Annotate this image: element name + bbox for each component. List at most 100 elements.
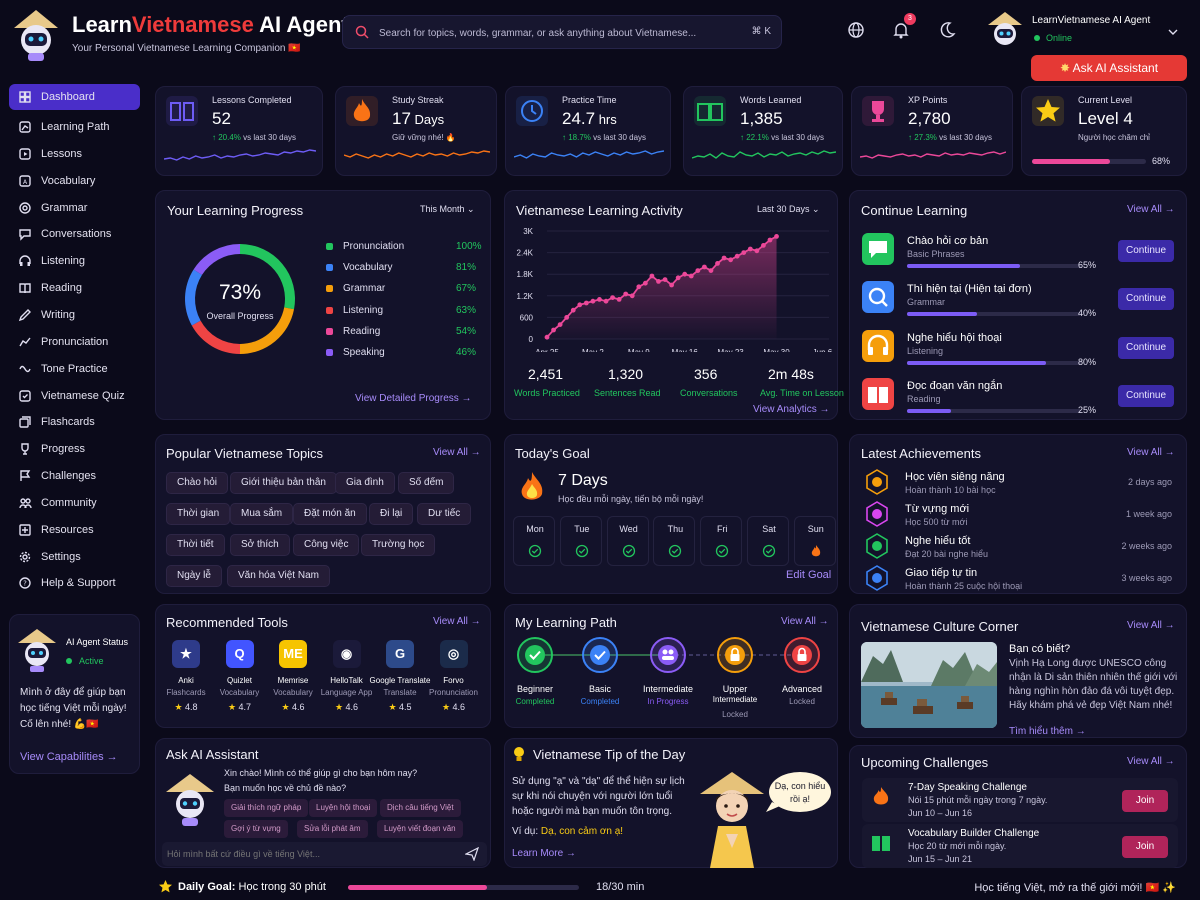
- topic-chip[interactable]: Số đếm: [398, 472, 455, 494]
- path-view-all-link[interactable]: View All →: [781, 616, 829, 627]
- sidebar-item-help-support[interactable]: ? Help & Support: [9, 570, 140, 596]
- sidebar-item-vocabulary[interactable]: A Vocabulary: [9, 168, 140, 194]
- achievements-title: Latest Achievements: [861, 446, 981, 461]
- check-circle-icon: [668, 544, 682, 558]
- activity-point: [708, 268, 714, 273]
- culture-learn-more-link[interactable]: Tìm hiểu thêm →: [1009, 726, 1086, 737]
- activity-point: [741, 250, 747, 255]
- continue-view-all-link[interactable]: View All →: [1127, 204, 1175, 215]
- sidebar-item-challenges[interactable]: Challenges: [9, 463, 140, 489]
- sidebar-item-listening[interactable]: Listening: [9, 248, 140, 274]
- tool-memrise[interactable]: ME Memrise Vocabulary ★ 4.6: [267, 640, 319, 720]
- topic-chip[interactable]: Thời gian: [166, 503, 231, 525]
- activity-point: [715, 261, 720, 266]
- tool-quizlet[interactable]: Q Quizlet Vocabulary ★ 4.7: [214, 640, 266, 720]
- search-input[interactable]: [379, 22, 739, 44]
- star-icon: ★: [441, 702, 453, 712]
- tool-hellotalk[interactable]: ◉ HelloTalk Language App ★ 4.6: [321, 640, 373, 720]
- sidebar-item-reading[interactable]: Reading: [9, 275, 140, 301]
- sidebar-item-learning-path[interactable]: Learning Path: [9, 114, 140, 140]
- sidebar-item-lessons[interactable]: Lessons: [9, 141, 140, 167]
- join-button[interactable]: Join: [1122, 790, 1168, 812]
- avatar[interactable]: [984, 8, 1026, 50]
- sidebar-item-dashboard[interactable]: Dashboard: [9, 84, 140, 110]
- sidebar-item-flashcards[interactable]: Flashcards: [9, 409, 140, 435]
- tools-view-all-link[interactable]: View All →: [433, 616, 481, 627]
- path-step-beginner[interactable]: Beginner Completed: [500, 637, 570, 721]
- path-step-basic[interactable]: Basic Completed: [565, 637, 635, 721]
- path-step-upper[interactable]: Upper Intermediate Locked: [700, 637, 770, 721]
- sidebar-item-progress[interactable]: Progress: [9, 436, 140, 462]
- sidebar-item-pronunciation[interactable]: Pronunciation: [9, 329, 140, 355]
- sidebar-item-conversations[interactable]: Conversations: [9, 221, 140, 247]
- sidebar-item-resources[interactable]: Resources: [9, 517, 140, 543]
- ask-suggestion-chip[interactable]: Giải thích ngữ pháp: [224, 799, 309, 817]
- topic-chip[interactable]: Giới thiệu bản thân: [230, 472, 337, 494]
- join-button[interactable]: Join: [1122, 836, 1168, 858]
- stat-label: Practice Time: [562, 95, 617, 105]
- view-detailed-progress-link[interactable]: View Detailed Progress →: [355, 393, 472, 404]
- ask-suggestion-chip[interactable]: Sửa lỗi phát âm: [297, 820, 368, 838]
- view-analytics-link[interactable]: View Analytics →: [753, 404, 830, 415]
- activity-point: [544, 334, 550, 340]
- achievement-item: Giao tiếp tự tin Hoàn thành 25 cuộc hội t…: [862, 565, 1178, 593]
- continue-button[interactable]: Continue: [1118, 336, 1174, 359]
- fire-icon: [870, 786, 892, 808]
- topic-chip[interactable]: Ngày lễ: [166, 565, 222, 587]
- badge-icon: [864, 533, 890, 559]
- stat-change: ↑ 20.4% vs last 30 days: [212, 133, 297, 142]
- path-step-advanced[interactable]: Advanced Locked: [767, 637, 837, 721]
- activity-period-select[interactable]: Last 30 Days ⌄: [757, 204, 820, 215]
- topic-chip[interactable]: Sở thích: [230, 534, 290, 556]
- ask-ai-button[interactable]: ✸ Ask AI Assistant: [1031, 55, 1187, 81]
- tools-title: Recommended Tools: [166, 615, 288, 630]
- continue-button[interactable]: Continue: [1118, 288, 1174, 311]
- topic-chip[interactable]: Mua sắm: [230, 503, 294, 525]
- ask-suggestion-chip[interactable]: Gợi ý từ vựng: [224, 820, 288, 838]
- tip-learn-more-link[interactable]: Learn More →: [512, 848, 576, 859]
- topic-chip[interactable]: Đặt món ăn: [293, 503, 367, 525]
- sidebar-item-settings[interactable]: Settings: [9, 544, 140, 570]
- topic-chip[interactable]: Chào hỏi: [166, 472, 229, 494]
- topic-chip[interactable]: Công việc: [293, 534, 360, 556]
- topic-chip[interactable]: Dư tiếc: [417, 503, 472, 525]
- tool-google-translate[interactable]: G Google Translate Translate ★ 4.5: [370, 640, 430, 720]
- sidebar-item-grammar[interactable]: Grammar: [9, 195, 140, 221]
- topic-chip[interactable]: Đi lại: [369, 503, 414, 525]
- path-step-intermediate[interactable]: Intermediate In Progress: [633, 637, 703, 721]
- topics-view-all-link[interactable]: View All →: [433, 447, 481, 458]
- star-icon: [159, 880, 172, 893]
- tool-forvo[interactable]: ◎ Forvo Pronunciation ★ 4.6: [428, 640, 480, 720]
- topic-chip[interactable]: Văn hóa Việt Nam: [227, 565, 330, 587]
- period-select[interactable]: This Month ⌄: [420, 204, 475, 215]
- moon-icon[interactable]: [937, 20, 957, 40]
- ask-input-box[interactable]: [162, 842, 487, 866]
- tool-anki[interactable]: ★ Anki Flashcards ★ 4.8: [160, 640, 212, 720]
- sidebar-item-community[interactable]: Community: [9, 490, 140, 516]
- anki-logo-icon: ★: [172, 640, 200, 668]
- globe-icon[interactable]: [846, 20, 866, 40]
- search-bar[interactable]: ⌘ K: [342, 15, 782, 49]
- send-icon[interactable]: [465, 847, 479, 861]
- ask-suggestion-chip[interactable]: Luyện viết đoạn văn: [377, 820, 463, 838]
- sidebar-item-tone-practice[interactable]: Tone Practice: [9, 356, 140, 382]
- edit-goal-link[interactable]: Edit Goal: [786, 569, 831, 581]
- topic-chip[interactable]: Trường học: [361, 534, 436, 556]
- continue-button[interactable]: Continue: [1118, 240, 1174, 262]
- waveform-icon: [18, 335, 32, 349]
- sparkline: [344, 150, 490, 159]
- sidebar-item-vietnamese-quiz[interactable]: Vietnamese Quiz: [9, 383, 140, 409]
- view-capabilities-link[interactable]: View Capabilities →: [20, 751, 118, 763]
- continue-button[interactable]: Continue: [1118, 384, 1174, 407]
- topic-chip[interactable]: Gia đình: [335, 472, 395, 494]
- ask-suggestion-chip[interactable]: Luyện hội thoại: [309, 799, 378, 817]
- topic-chip[interactable]: Thời tiết: [166, 534, 225, 556]
- culture-view-all-link[interactable]: View All →: [1127, 620, 1175, 631]
- sidebar-item-label: Conversations: [41, 228, 112, 241]
- challenges-view-all-link[interactable]: View All →: [1127, 756, 1175, 767]
- ask-suggestion-chip[interactable]: Dịch câu tiếng Việt: [380, 799, 461, 817]
- ask-input[interactable]: [167, 845, 457, 863]
- chevron-down-icon[interactable]: [1168, 28, 1178, 36]
- sidebar-item-writing[interactable]: Writing: [9, 302, 140, 328]
- achievements-view-all-link[interactable]: View All →: [1127, 447, 1175, 458]
